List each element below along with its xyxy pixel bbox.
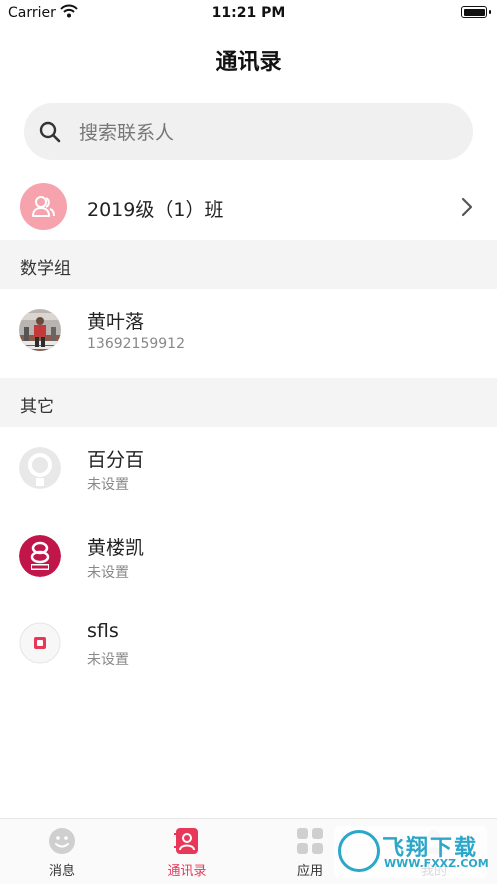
- group-name: 2019级（1）班: [87, 199, 224, 221]
- search-icon: [39, 121, 61, 147]
- group-row[interactable]: 2019级（1）班: [0, 181, 497, 239]
- contact-row[interactable]: 黄楼凯 未设置: [0, 535, 497, 623]
- watermark-logo: 飞翔下载 WWW.FXXZ.COM: [334, 826, 489, 878]
- asx-logo-avatar: [19, 535, 61, 577]
- search-bar[interactable]: [24, 103, 473, 160]
- contact-name: 黄楼凯: [87, 537, 145, 559]
- contact-status: 未设置: [87, 652, 129, 668]
- group-avatar: [20, 183, 67, 230]
- section-header-math: 数学组: [0, 240, 497, 289]
- tab-label: 消息: [48, 864, 75, 879]
- grid-icon: [297, 828, 323, 854]
- section-title: 数学组: [20, 259, 71, 279]
- section-header-other: 其它: [0, 378, 497, 427]
- battery-icon: [461, 6, 491, 18]
- page-title: 通讯录: [215, 50, 282, 75]
- search-input[interactable]: [77, 113, 451, 152]
- photo-avatar: [19, 309, 61, 351]
- contact-name: sfls: [87, 620, 119, 642]
- status-bar: Carrier 11:21 PM: [0, 0, 497, 26]
- contacts-book-icon: [174, 828, 198, 854]
- contact-name: 百分百: [87, 449, 145, 471]
- section-title: 其它: [20, 397, 54, 417]
- contact-name: 黄叶落: [87, 311, 145, 333]
- tab-label: 通讯录: [167, 864, 207, 879]
- tab-messages[interactable]: 消息: [22, 827, 102, 879]
- group-people-icon: [32, 196, 55, 217]
- watermark-url: WWW.FXXZ.COM: [384, 857, 489, 870]
- app-logo-avatar: [19, 622, 61, 664]
- contact-row[interactable]: sfls 未设置: [0, 620, 497, 710]
- status-time: 11:21 PM: [211, 5, 286, 21]
- default-avatar: [19, 447, 61, 489]
- watermark-emblem-icon: [338, 830, 380, 872]
- chevron-right-icon: [461, 197, 473, 221]
- smiley-icon: [49, 828, 75, 854]
- contact-phone: 13692159912: [87, 336, 185, 352]
- tab-contacts[interactable]: 通讯录: [147, 827, 227, 879]
- contact-row[interactable]: 百分百 未设置: [0, 447, 497, 535]
- contact-status: 未设置: [87, 565, 129, 581]
- contact-status: 未设置: [87, 477, 129, 493]
